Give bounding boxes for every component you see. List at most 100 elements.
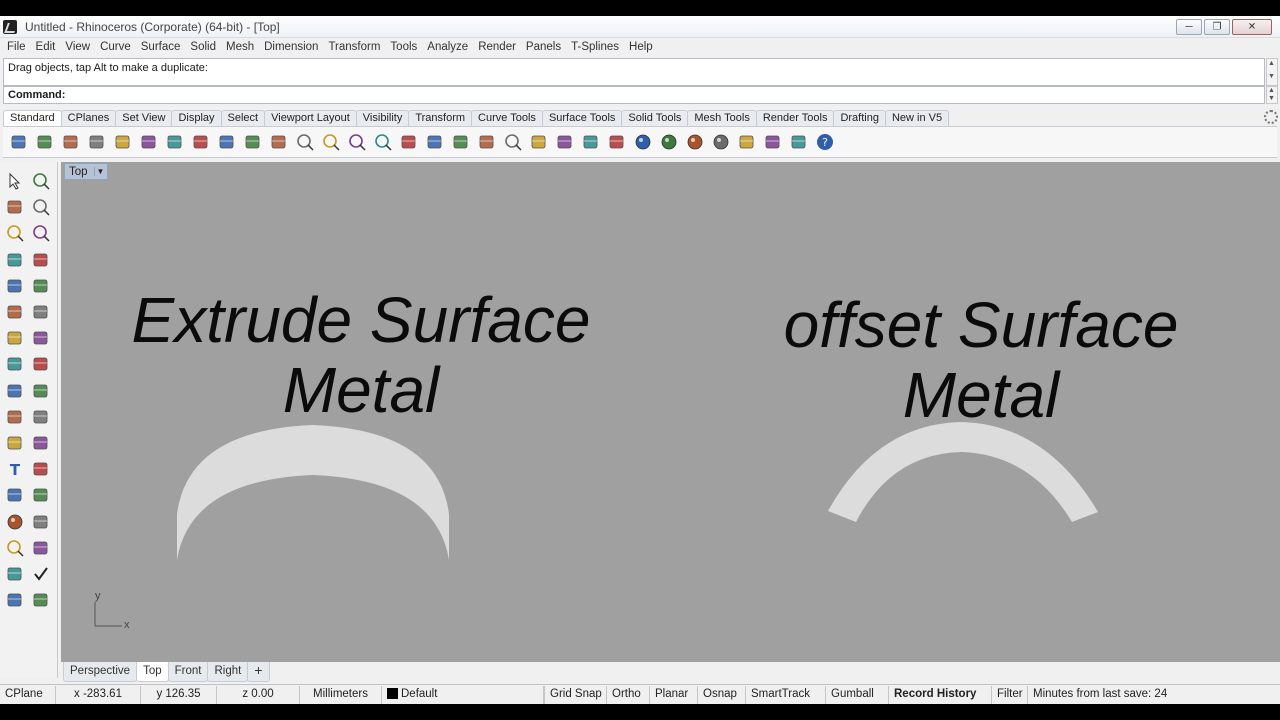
polygon-icon[interactable] bbox=[3, 248, 27, 272]
lightbulb-icon[interactable] bbox=[553, 130, 577, 154]
hexagon-icon[interactable] bbox=[3, 274, 27, 298]
analyze-icon[interactable] bbox=[3, 588, 27, 612]
add-viewport-tab-icon[interactable]: + bbox=[247, 662, 270, 682]
fillet-icon[interactable] bbox=[29, 274, 53, 298]
extrude-icon[interactable] bbox=[29, 379, 53, 403]
tab-mesh-tools[interactable]: Mesh Tools bbox=[687, 110, 757, 126]
copy-icon[interactable] bbox=[163, 130, 187, 154]
paint-icon[interactable] bbox=[29, 588, 53, 612]
tab-set-view[interactable]: Set View bbox=[115, 110, 173, 126]
tab-viewport-layout[interactable]: Viewport Layout bbox=[264, 110, 357, 126]
print-icon[interactable] bbox=[85, 130, 109, 154]
viewport-tab-right[interactable]: Right bbox=[207, 662, 249, 682]
viewport-tab-top[interactable]: Top bbox=[136, 662, 169, 682]
rhino-app-icon[interactable] bbox=[3, 20, 17, 34]
text-icon[interactable]: T bbox=[3, 457, 27, 481]
color-wheel-icon[interactable] bbox=[631, 130, 655, 154]
rendered-sphere-icon[interactable] bbox=[683, 130, 707, 154]
command-scrollbar[interactable]: ▲ ▼ bbox=[1266, 86, 1278, 104]
curve-points-icon[interactable] bbox=[29, 195, 53, 219]
help-icon[interactable]: ? bbox=[813, 130, 837, 154]
render-icon[interactable] bbox=[709, 130, 733, 154]
scroll-down-icon[interactable]: ▼ bbox=[1268, 73, 1275, 80]
gear-options-icon[interactable] bbox=[761, 130, 785, 154]
lock-icon[interactable] bbox=[579, 130, 603, 154]
select-arrow-icon[interactable] bbox=[3, 169, 27, 193]
smarttrack-toggle[interactable]: SmartTrack bbox=[746, 685, 826, 704]
offset-curve-icon[interactable] bbox=[3, 300, 27, 324]
box-icon[interactable] bbox=[3, 352, 27, 376]
menu-t-splines[interactable]: T-Splines bbox=[566, 39, 624, 57]
render-icon[interactable] bbox=[3, 510, 27, 534]
status-cplane[interactable]: CPlane bbox=[0, 685, 56, 704]
tab-solid-tools[interactable]: Solid Tools bbox=[621, 110, 689, 126]
tab-select[interactable]: Select bbox=[220, 110, 266, 126]
status-layer[interactable]: Default bbox=[382, 685, 544, 704]
layers-icon[interactable] bbox=[3, 562, 27, 586]
menu-solid[interactable]: Solid bbox=[185, 39, 221, 57]
menu-dimension[interactable]: Dimension bbox=[259, 39, 323, 57]
offset-surface-shape[interactable] bbox=[828, 422, 1098, 522]
viewport-tab-front[interactable]: Front bbox=[167, 662, 209, 682]
snap-icon[interactable] bbox=[527, 130, 551, 154]
import-icon[interactable] bbox=[111, 130, 135, 154]
status-units[interactable]: Millimeters bbox=[300, 685, 382, 704]
surface-icon[interactable] bbox=[3, 326, 27, 350]
loft-icon[interactable] bbox=[29, 326, 53, 350]
gumball-toggle[interactable]: Gumball bbox=[826, 685, 889, 704]
command-history-scrollbar[interactable]: ▲ ▼ bbox=[1266, 58, 1278, 86]
zoom-icon[interactable] bbox=[293, 130, 317, 154]
osnap-toggle[interactable]: Osnap bbox=[698, 685, 746, 704]
solid-icon[interactable] bbox=[29, 352, 53, 376]
menu-render[interactable]: Render bbox=[473, 39, 521, 57]
menu-analyze[interactable]: Analyze bbox=[422, 39, 473, 57]
menu-edit[interactable]: Edit bbox=[31, 39, 61, 57]
menu-mesh[interactable]: Mesh bbox=[221, 39, 259, 57]
scroll-up-icon[interactable]: ▲ bbox=[1268, 87, 1275, 94]
menu-surface[interactable]: Surface bbox=[136, 39, 186, 57]
cut-icon[interactable] bbox=[137, 130, 161, 154]
menu-transform[interactable]: Transform bbox=[323, 39, 385, 57]
record-history-toggle[interactable]: Record History bbox=[889, 685, 992, 704]
bolt-icon[interactable] bbox=[735, 130, 759, 154]
open-folder-icon[interactable] bbox=[33, 130, 57, 154]
menu-curve[interactable]: Curve bbox=[95, 39, 136, 57]
paste-icon[interactable] bbox=[189, 130, 213, 154]
filter-toggle[interactable]: Filter bbox=[992, 685, 1028, 704]
check-icon[interactable] bbox=[29, 562, 53, 586]
menu-view[interactable]: View bbox=[60, 39, 95, 57]
gumball-icon[interactable] bbox=[29, 536, 53, 560]
menu-file[interactable]: File bbox=[2, 39, 31, 57]
tab-visibility[interactable]: Visibility bbox=[355, 110, 410, 126]
scroll-up-icon[interactable]: ▲ bbox=[1268, 60, 1275, 67]
point-icon[interactable] bbox=[29, 169, 53, 193]
rectangle-icon[interactable] bbox=[29, 248, 53, 272]
tab-transform[interactable]: Transform bbox=[408, 110, 473, 126]
minimize-button[interactable]: ─ bbox=[1176, 19, 1202, 35]
history-icon[interactable] bbox=[29, 483, 53, 507]
split-icon[interactable] bbox=[29, 405, 53, 429]
planar-toggle[interactable]: Planar bbox=[650, 685, 698, 704]
close-button[interactable]: ✕ bbox=[1232, 19, 1272, 35]
menu-help[interactable]: Help bbox=[624, 39, 658, 57]
top-viewport[interactable]: Top ▼ Extrude Surface Metal offset Surfa… bbox=[61, 162, 1280, 662]
extrude-surface-shape[interactable] bbox=[177, 425, 449, 560]
menu-tools[interactable]: Tools bbox=[385, 39, 422, 57]
viewport-tab-perspective[interactable]: Perspective bbox=[63, 662, 138, 682]
ortho-toggle[interactable]: Ortho bbox=[607, 685, 650, 704]
layer-icon[interactable] bbox=[605, 130, 629, 154]
dimension-icon[interactable] bbox=[29, 457, 53, 481]
polyline-icon[interactable] bbox=[3, 195, 27, 219]
new-file-icon[interactable] bbox=[7, 130, 31, 154]
tab-standard[interactable]: Standard bbox=[3, 110, 62, 126]
menu-panels[interactable]: Panels bbox=[521, 39, 566, 57]
zoom-window-icon[interactable] bbox=[319, 130, 343, 154]
zoom-extents-icon[interactable] bbox=[345, 130, 369, 154]
scroll-down-icon[interactable]: ▼ bbox=[1268, 95, 1275, 102]
save-icon[interactable] bbox=[59, 130, 83, 154]
rotate-view-icon[interactable] bbox=[267, 130, 291, 154]
tab-curve-tools[interactable]: Curve Tools bbox=[471, 110, 543, 126]
undo-icon[interactable] bbox=[215, 130, 239, 154]
grid-lines-icon[interactable] bbox=[29, 510, 53, 534]
tab-surface-tools[interactable]: Surface Tools bbox=[541, 110, 623, 126]
